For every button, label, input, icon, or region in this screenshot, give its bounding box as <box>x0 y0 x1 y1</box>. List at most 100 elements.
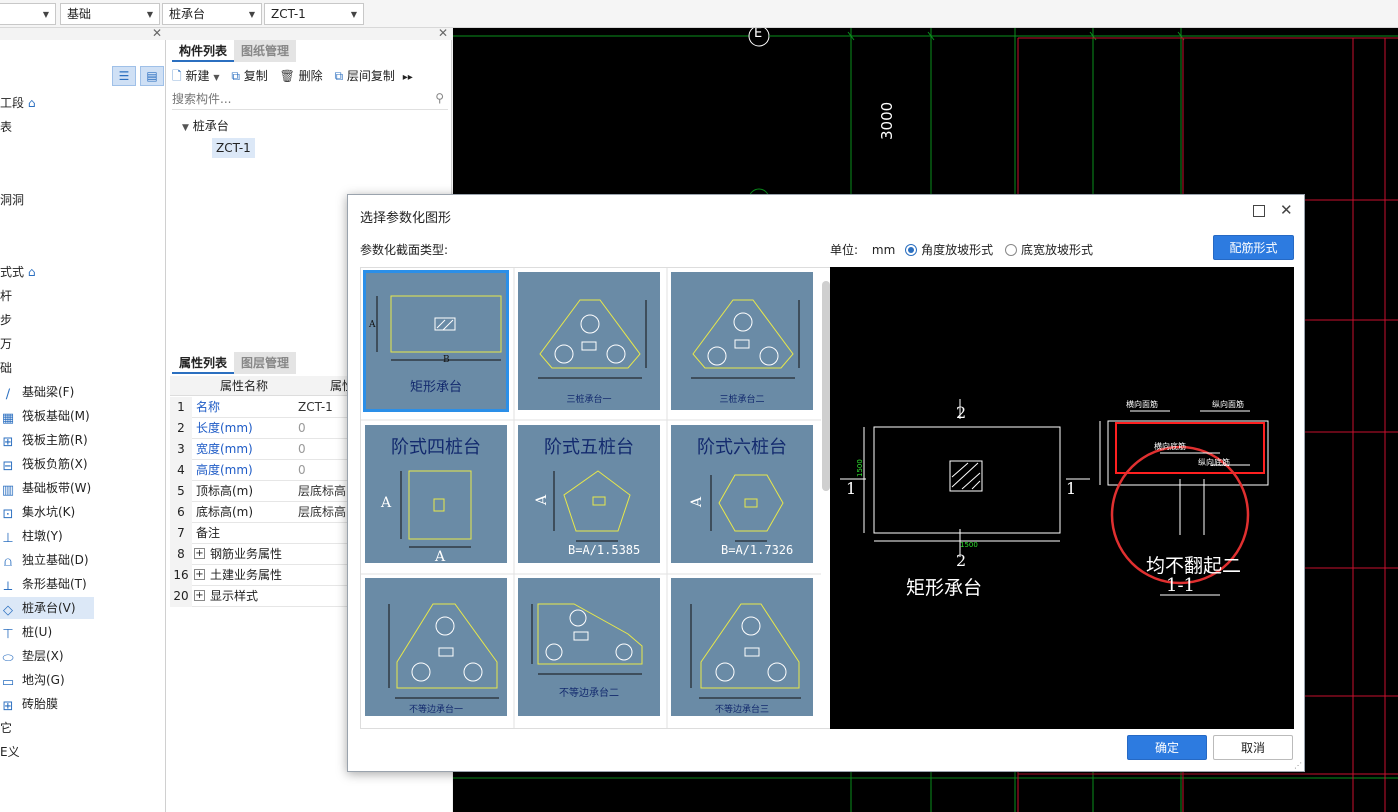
shape-thumb-three-pile-1[interactable]: 三桩承台一 <box>518 272 660 410</box>
category-combo[interactable]: 基础 ▼ <box>60 3 160 25</box>
tree-item-partial[interactable]: 步 <box>0 309 12 331</box>
component-search[interactable]: ⚲ <box>172 90 448 110</box>
shape-thumb-step-six[interactable]: 阶式六桩台 A B=A/1.7326 <box>671 425 813 563</box>
floor-copy-button[interactable]: ⧉ 层间复制 <box>334 69 394 83</box>
list-view-icon[interactable]: ☰ <box>112 66 136 86</box>
svg-text:A: A <box>368 320 376 330</box>
property-value[interactable]: 层底标高 <box>298 502 346 523</box>
property-value[interactable]: 0 <box>298 439 306 460</box>
tree-item-partial[interactable]: 工段 ⌂ <box>0 92 35 114</box>
property-value[interactable]: 0 <box>298 460 306 481</box>
sidebar-item-cushion[interactable]: ⬭ 垫层(X) <box>0 645 94 667</box>
expand-icon[interactable]: + <box>194 548 205 559</box>
radio-angle-label: 角度放坡形式 <box>921 243 994 257</box>
detail-view-icon[interactable]: ▤ <box>140 66 164 86</box>
strip-foundation-icon: ⟂ <box>3 579 13 594</box>
radio-width-slope[interactable]: 底宽放坡形式 <box>1004 243 1093 257</box>
floor-combo[interactable]: ▼ <box>0 3 56 25</box>
shape-thumb-uneven-3[interactable]: 不等边承台三 <box>671 578 813 716</box>
tree-child-zct1[interactable]: ZCT-1 <box>212 138 255 158</box>
tree-item-partial[interactable]: E义 <box>0 741 20 763</box>
shape-label: 三桩承台一 <box>566 395 612 405</box>
tree-item-partial[interactable]: 洞洞 <box>0 189 24 211</box>
radio-angle-slope[interactable]: 角度放坡形式 <box>905 243 993 257</box>
shape-thumb-step-four[interactable]: 阶式四桩台 A A <box>365 425 507 563</box>
maximize-icon[interactable] <box>1253 205 1265 217</box>
tab-layer-management[interactable]: 图层管理 <box>234 352 297 374</box>
tree-child-label: ZCT-1 <box>216 141 251 155</box>
close-icon[interactable]: ✕ <box>152 26 162 40</box>
sidebar-item-trench[interactable]: ▭ 地沟(G) <box>0 669 94 691</box>
shape-thumb-rect-cap[interactable]: A B 矩形承台 <box>363 270 509 412</box>
tree-item-label: 筏板负筋(X) <box>22 457 88 471</box>
panel-header: ✕ <box>166 26 452 40</box>
tree-item-label: 基础梁(F) <box>22 385 75 399</box>
type-combo[interactable]: 桩承台 ▼ <box>162 3 262 25</box>
gallery-scrollbar[interactable] <box>822 281 830 491</box>
close-icon[interactable]: ✕ <box>1280 201 1293 219</box>
uneven-cap-diagram <box>690 603 801 699</box>
property-value[interactable]: ZCT-1 <box>298 397 333 418</box>
section-mark-top: 2 <box>956 403 967 422</box>
chevron-down-icon: ▼ <box>248 10 255 19</box>
tree-item-partial[interactable]: 础 <box>0 357 12 379</box>
dialog-title: 选择参数化图形 <box>360 211 452 226</box>
resize-grip-icon[interactable]: ⋰ <box>1294 761 1302 770</box>
tab-property-list[interactable]: 属性列表 <box>172 352 235 374</box>
cancel-button[interactable]: 取消 <box>1213 735 1293 760</box>
isolated-foundation-icon: ⩍ <box>3 555 13 570</box>
chevron-down-icon: ▼ <box>182 123 189 133</box>
sidebar-item-isolated-foundation[interactable]: ⩍ 独立基础(D) <box>0 549 94 571</box>
shape-thumb-uneven-1[interactable]: 不等边承台一 <box>365 578 507 716</box>
tree-item-partial[interactable]: 万 <box>0 333 12 355</box>
sidebar-item-raft-neg-rebar[interactable]: ⊟ 筏板负筋(X) <box>0 453 94 475</box>
new-button-label: 新建 <box>185 69 210 83</box>
lock-icon: ⌂ <box>27 265 36 279</box>
new-file-icon: 🗋 <box>172 69 182 83</box>
delete-button[interactable]: 🗑 删除 <box>280 69 323 83</box>
sump-pit-icon: ⊡ <box>2 507 14 522</box>
more-icon[interactable]: ▸▸ <box>403 72 413 83</box>
tree-item-label: 条形基础(T) <box>22 577 87 591</box>
dim-height: 1500 <box>856 459 864 477</box>
shape-thumb-three-pile-2[interactable]: 三桩承台二 <box>671 272 813 410</box>
tab-drawing-management[interactable]: 图纸管理 <box>234 40 297 62</box>
rebar-label-x-bottom: 横向底筋 <box>1154 442 1186 451</box>
rebar-form-button[interactable]: 配筋形式 <box>1213 235 1294 260</box>
tree-item-label: 集水坑(K) <box>22 505 76 519</box>
sidebar-item-foundation-strip[interactable]: ▥ 基础板带(W) <box>0 477 94 499</box>
side-mark-left: 1 <box>846 479 857 498</box>
tab-component-list[interactable]: 构件列表 <box>172 40 235 62</box>
sidebar-item-pile-cap[interactable]: ◇ 桩承台(V) <box>0 597 94 619</box>
property-value[interactable]: 层底标高 <box>298 481 346 502</box>
tree-item-partial[interactable]: 它 <box>0 717 12 739</box>
copy-button[interactable]: ⧉ 复制 <box>231 69 267 83</box>
tree-item-partial[interactable]: 表 <box>0 116 12 138</box>
sidebar-item-strip-foundation[interactable]: ⟂ 条形基础(T) <box>0 573 94 595</box>
row-number: 5 <box>170 481 192 502</box>
new-button[interactable]: 🗋 新建 ▼ <box>172 69 219 83</box>
tree-item-partial[interactable]: 式式 ⌂ <box>0 261 35 283</box>
sidebar-item-pile[interactable]: ⊤ 桩(U) <box>0 621 94 643</box>
sidebar-item-column-pier[interactable]: ⊥ 柱墩(Y) <box>0 525 94 547</box>
ok-button[interactable]: 确定 <box>1127 735 1207 760</box>
tree-item-partial[interactable]: 杆 <box>0 285 12 307</box>
expand-icon[interactable]: + <box>194 569 205 580</box>
col-name-header: 属性名称 <box>220 379 269 393</box>
preview-drawing <box>840 399 1269 596</box>
tree-root[interactable]: ▼ 桩承台 <box>182 116 229 136</box>
property-value[interactable]: 0 <box>298 418 306 439</box>
sidebar-item-sump-pit[interactable]: ⊡ 集水坑(K) <box>0 501 94 523</box>
shape-thumb-step-five[interactable]: 阶式五桩台 A B=A/1.5385 <box>518 425 660 563</box>
expand-icon[interactable]: + <box>194 590 205 601</box>
sidebar-item-brick-form[interactable]: ⊞ 砖胎膜 <box>0 693 94 715</box>
sidebar-item-foundation-beam[interactable]: ∕ 基础梁(F) <box>0 381 94 403</box>
close-icon[interactable]: ✕ <box>438 26 448 40</box>
tree-item-label: 基础板带(W) <box>22 481 92 495</box>
component-combo[interactable]: ZCT-1 ▼ <box>264 3 364 25</box>
sidebar-item-raft-main-rebar[interactable]: ⊞ 筏板主筋(R) <box>0 429 94 451</box>
shape-thumb-uneven-2[interactable]: 不等边承台二 <box>518 578 660 716</box>
tree-item-label: 础 <box>0 361 13 375</box>
search-input[interactable] <box>172 90 422 108</box>
sidebar-item-raft-foundation[interactable]: ▦ 筏板基础(M) <box>0 405 94 427</box>
